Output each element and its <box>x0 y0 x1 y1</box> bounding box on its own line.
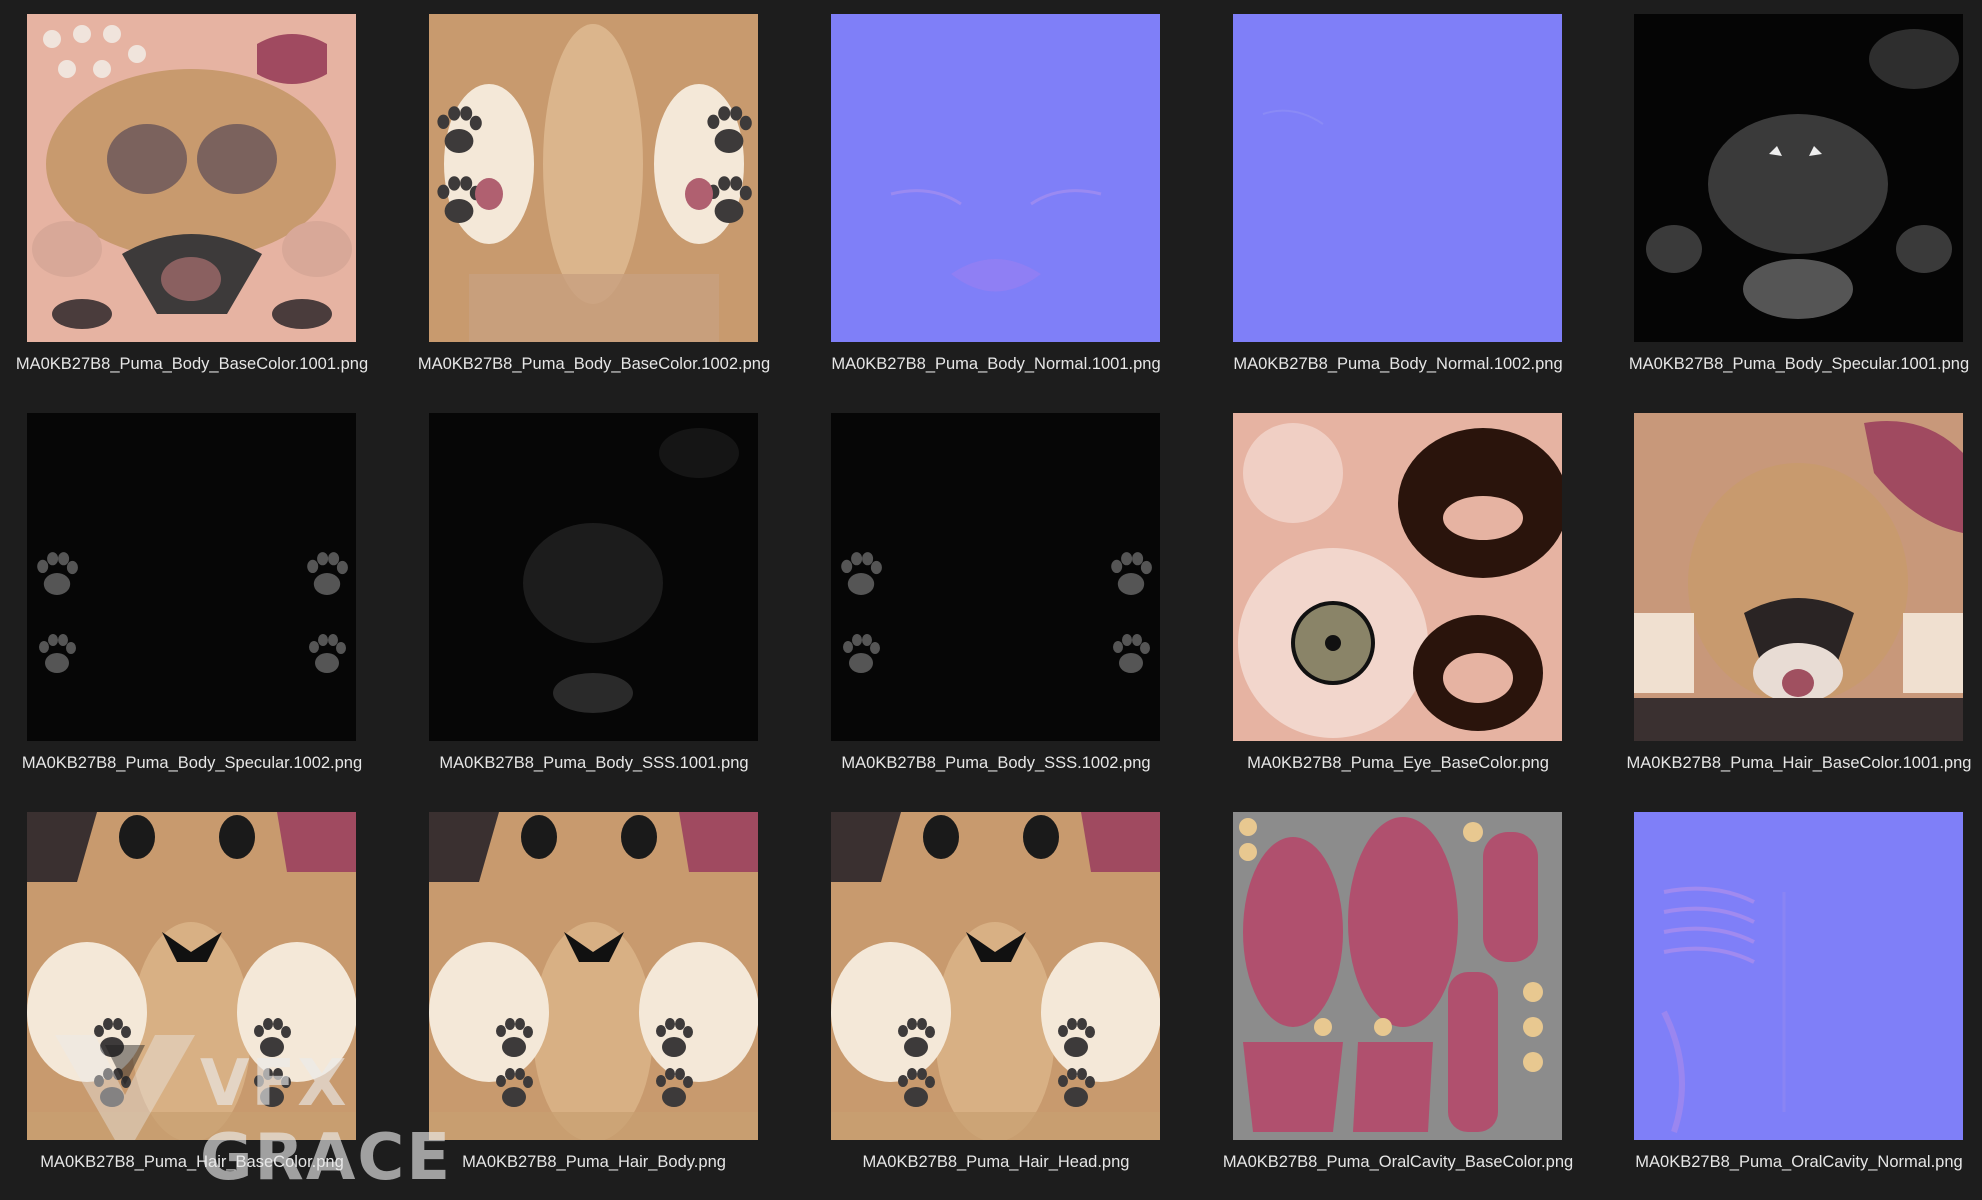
file-thumbnail-grid: MA0KB27B8_Puma_Body_BaseColor.1001.png M… <box>0 0 1982 1200</box>
file-name[interactable]: MA0KB27B8_Puma_OralCavity_BaseColor.png <box>1211 1150 1585 1175</box>
texture-thumbnail[interactable] <box>27 14 356 342</box>
texture-map-image <box>429 14 758 342</box>
texture-map-image <box>429 413 758 741</box>
texture-map-image <box>1233 812 1562 1140</box>
texture-map-image <box>27 413 356 741</box>
texture-map-image <box>27 14 356 342</box>
texture-thumbnail[interactable] <box>1233 413 1562 741</box>
file-name[interactable]: MA0KB27B8_Puma_Body_SSS.1002.png <box>809 751 1183 776</box>
texture-thumbnail[interactable] <box>831 812 1160 1140</box>
file-name[interactable]: MA0KB27B8_Puma_Hair_Body.png <box>407 1150 781 1175</box>
texture-map-image <box>1233 14 1562 342</box>
texture-thumbnail[interactable] <box>1634 14 1963 342</box>
file-name[interactable]: MA0KB27B8_Puma_Body_BaseColor.1002.png <box>407 352 781 377</box>
texture-thumbnail[interactable] <box>429 812 758 1140</box>
texture-map-image <box>429 812 758 1140</box>
texture-thumbnail[interactable] <box>1634 812 1963 1140</box>
texture-thumbnail[interactable] <box>831 413 1160 741</box>
texture-thumbnail[interactable] <box>27 812 356 1140</box>
file-name[interactable]: MA0KB27B8_Puma_Hair_Head.png <box>809 1150 1183 1175</box>
texture-map-image <box>1634 812 1963 1140</box>
texture-map-image <box>1634 14 1963 342</box>
file-name[interactable]: MA0KB27B8_Puma_Hair_BaseColor.png <box>5 1150 379 1175</box>
texture-thumbnail[interactable] <box>1233 812 1562 1140</box>
file-name[interactable]: MA0KB27B8_Puma_Body_Normal.1002.png <box>1211 352 1585 377</box>
file-name[interactable]: MA0KB27B8_Puma_Body_Normal.1001.png <box>809 352 1183 377</box>
texture-map-image <box>831 14 1160 342</box>
texture-map-image <box>1233 413 1562 741</box>
texture-thumbnail[interactable] <box>1233 14 1562 342</box>
texture-thumbnail[interactable] <box>27 413 356 741</box>
file-name[interactable]: MA0KB27B8_Puma_Body_Specular.1001.png <box>1612 352 1982 377</box>
texture-thumbnail[interactable] <box>429 413 758 741</box>
texture-map-image <box>831 812 1160 1140</box>
texture-map-image <box>831 413 1160 741</box>
file-name[interactable]: MA0KB27B8_Puma_Body_Specular.1002.png <box>5 751 379 776</box>
file-name[interactable]: MA0KB27B8_Puma_Body_BaseColor.1001.png <box>5 352 379 377</box>
file-name[interactable]: MA0KB27B8_Puma_OralCavity_Normal.png <box>1612 1150 1982 1175</box>
file-name[interactable]: MA0KB27B8_Puma_Body_SSS.1001.png <box>407 751 781 776</box>
file-name[interactable]: MA0KB27B8_Puma_Hair_BaseColor.1001.png <box>1612 751 1982 776</box>
texture-thumbnail[interactable] <box>429 14 758 342</box>
texture-thumbnail[interactable] <box>1634 413 1963 741</box>
texture-map-image <box>27 812 356 1140</box>
texture-map-image <box>1634 413 1963 741</box>
file-name[interactable]: MA0KB27B8_Puma_Eye_BaseColor.png <box>1211 751 1585 776</box>
texture-thumbnail[interactable] <box>831 14 1160 342</box>
